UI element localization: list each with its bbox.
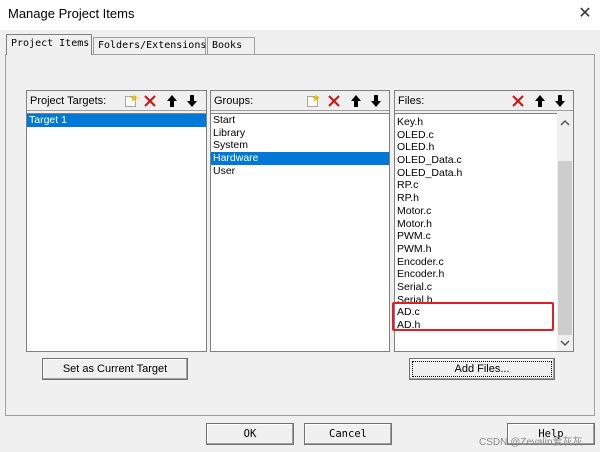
watermark: CSDN @Zevalin爱灰灰 — [479, 437, 583, 448]
list-item[interactable]: PWM.c — [395, 230, 557, 243]
add-files-button[interactable]: Add Files... — [409, 358, 555, 380]
list-item[interactable]: Target 1 — [27, 114, 206, 127]
add-files-label: Add Files... — [454, 363, 510, 375]
list-item[interactable]: System — [211, 139, 389, 152]
scroll-up-icon[interactable] — [560, 119, 570, 127]
list-item[interactable]: Key.h — [395, 116, 557, 129]
groups-group: Groups: Start Library System Hardware Us… — [210, 90, 390, 352]
highlight-box — [392, 302, 554, 331]
targets-header: Project Targets: — [27, 91, 206, 111]
list-item[interactable]: User — [211, 165, 389, 178]
list-item[interactable]: OLED_Data.c — [395, 154, 557, 167]
ok-button[interactable]: OK — [206, 423, 294, 445]
move-down-icon[interactable] — [184, 93, 200, 109]
move-down-icon[interactable] — [552, 93, 568, 109]
list-item[interactable]: Hardware — [211, 152, 389, 165]
set-current-target-button[interactable]: Set as Current Target — [42, 358, 188, 380]
groups-list[interactable]: Start Library System Hardware User — [211, 113, 389, 351]
new-icon[interactable] — [305, 93, 321, 109]
list-item[interactable]: Motor.h — [395, 218, 557, 231]
move-up-icon[interactable] — [164, 93, 180, 109]
scrollbar-thumb[interactable] — [558, 161, 572, 335]
list-item[interactable]: Library — [211, 127, 389, 140]
list-item[interactable]: Start — [211, 114, 389, 127]
list-item[interactable]: Serial.c — [395, 281, 557, 294]
groups-title: Groups: — [214, 95, 254, 107]
groups-header: Groups: — [211, 91, 389, 111]
delete-icon[interactable] — [510, 93, 526, 109]
files-scrollbar[interactable] — [557, 113, 573, 351]
list-item[interactable]: Encoder.h — [395, 268, 557, 281]
targets-title: Project Targets: — [30, 95, 107, 107]
list-item[interactable]: OLED.c — [395, 129, 557, 142]
cancel-button[interactable]: Cancel — [304, 423, 392, 445]
list-item[interactable]: OLED_Data.h — [395, 167, 557, 180]
list-item[interactable]: OLED.h — [395, 141, 557, 154]
list-item[interactable]: RP.h — [395, 192, 557, 205]
tab-folders-extensions[interactable]: Folders/Extensions — [93, 37, 206, 54]
targets-list[interactable]: Target 1 — [27, 113, 206, 351]
files-header: Files: — [395, 91, 573, 111]
tab-project-items[interactable]: Project Items — [6, 34, 92, 55]
set-current-target-label: Set as Current Target — [62, 363, 168, 375]
window-title: Manage Project Items — [8, 6, 135, 21]
close-icon[interactable]: ✕ — [572, 2, 598, 26]
new-icon[interactable] — [123, 93, 139, 109]
list-item[interactable]: PWM.h — [395, 243, 557, 256]
list-item[interactable]: Motor.c — [395, 205, 557, 218]
move-down-icon[interactable] — [368, 93, 384, 109]
list-item[interactable]: RP.c — [395, 179, 557, 192]
files-title: Files: — [398, 95, 425, 107]
move-up-icon[interactable] — [348, 93, 364, 109]
list-item[interactable]: Encoder.c — [395, 256, 557, 269]
scroll-down-icon[interactable] — [560, 339, 570, 347]
delete-icon[interactable] — [142, 93, 158, 109]
project-targets-group: Project Targets: Target 1 — [26, 90, 207, 352]
delete-icon[interactable] — [326, 93, 342, 109]
move-up-icon[interactable] — [532, 93, 548, 109]
tab-books[interactable]: Books — [207, 37, 255, 54]
